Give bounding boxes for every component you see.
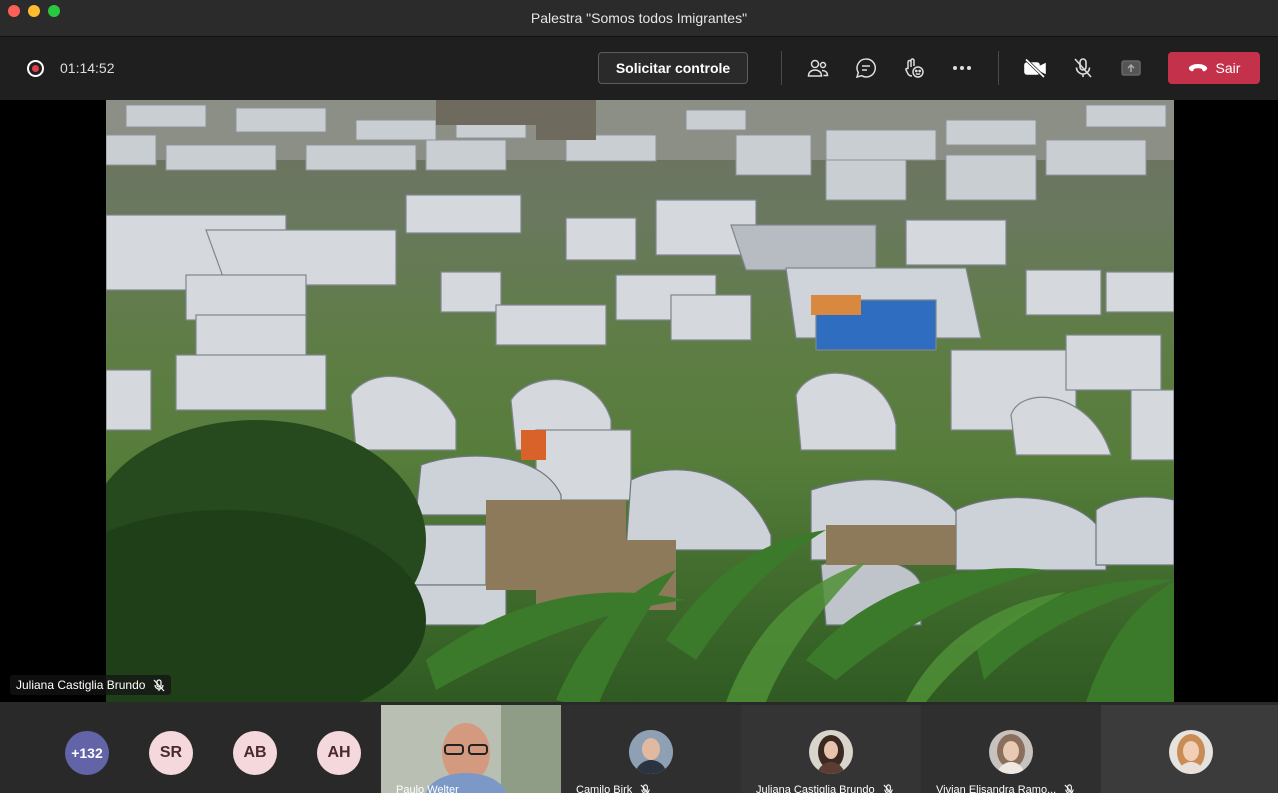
shared-content-stage: Juliana Castiglia Brundo (0, 100, 1278, 702)
participant-name: Juliana Castiglia Brundo (756, 784, 875, 793)
participant-name-row: Camilo Birk (576, 784, 651, 793)
leave-label: Sair (1215, 60, 1241, 76)
meeting-toolbar: 01:14:52 Solicitar controle Sair (0, 37, 1278, 100)
window-titlebar: Palestra "Somos todos Imigrantes" (0, 0, 1278, 37)
mic-off-icon (640, 784, 650, 793)
people-icon[interactable] (806, 56, 830, 80)
mic-off-icon (153, 678, 165, 691)
participant-photo (809, 730, 853, 774)
request-control-button[interactable]: Solicitar controle (598, 52, 748, 84)
participant-video-feed (381, 705, 561, 793)
toolbar-divider (781, 51, 782, 85)
participant-photo (1169, 730, 1213, 774)
mic-off-icon (883, 784, 893, 793)
participant-strip: +132 SR AB AH Paulo Welter Camilo Birk J… (0, 702, 1278, 793)
toolbar-divider (998, 51, 999, 85)
active-speaker-tag: Juliana Castiglia Brundo (10, 675, 172, 695)
chat-icon[interactable] (854, 56, 878, 80)
participant-tile-video[interactable]: Paulo Welter (381, 705, 561, 793)
participant-name-row: Juliana Castiglia Brundo (756, 784, 894, 793)
share-tray-icon[interactable] (1119, 56, 1143, 80)
participant-avatar-ab[interactable]: AB (233, 731, 277, 775)
participant-tile-camilo[interactable]: Camilo Birk (561, 705, 741, 793)
participant-name: Vivian Elisandra Ramo... (936, 784, 1057, 793)
leave-button[interactable]: Sair (1168, 52, 1260, 84)
participant-avatar-sr[interactable]: SR (149, 731, 193, 775)
meeting-timer: 01:14:52 (60, 60, 115, 76)
participant-tile-self[interactable] (1101, 705, 1278, 793)
participant-avatar-ah[interactable]: AH (317, 731, 361, 775)
window-title: Palestra "Somos todos Imigrantes" (530, 10, 748, 26)
camera-off-icon[interactable] (1023, 56, 1047, 80)
hang-up-icon (1188, 64, 1207, 72)
more-options-icon[interactable] (950, 56, 974, 80)
participant-tile-juliana[interactable]: Juliana Castiglia Brundo (741, 705, 921, 793)
recording-indicator-icon (27, 60, 44, 77)
participant-photo (989, 730, 1033, 774)
overflow-participants-badge[interactable]: +132 (65, 731, 109, 775)
active-speaker-name: Juliana Castiglia Brundo (16, 678, 146, 692)
participant-name: Camilo Birk (576, 784, 633, 793)
participant-photo (629, 730, 673, 774)
mic-off-icon[interactable] (1071, 56, 1095, 80)
participant-tile-vivian[interactable]: Vivian Elisandra Ramo... (921, 705, 1101, 793)
reactions-icon[interactable] (902, 56, 926, 80)
participant-name-row: Vivian Elisandra Ramo... (936, 784, 1075, 793)
shared-photo-refugee-camp (106, 100, 1174, 702)
mic-off-icon (1064, 784, 1074, 793)
participant-name: Paulo Welter (396, 784, 459, 793)
